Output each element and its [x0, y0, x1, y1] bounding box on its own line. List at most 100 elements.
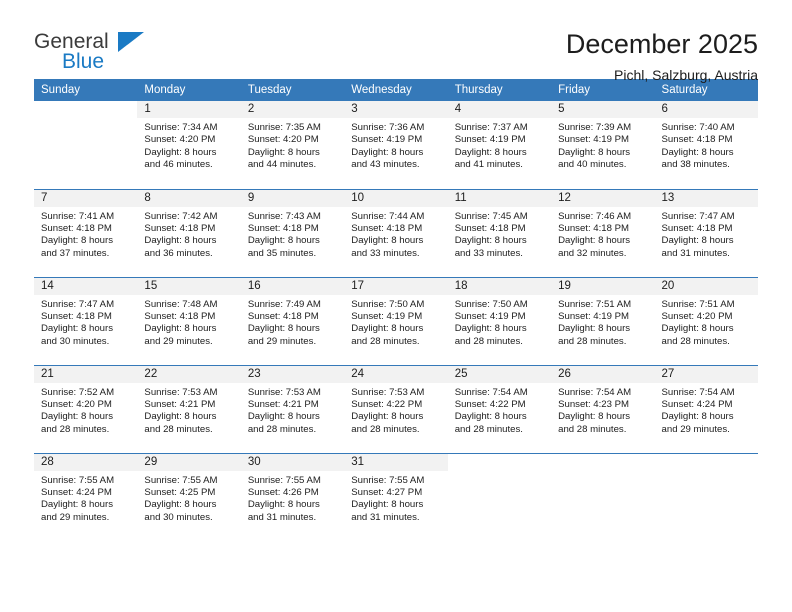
calendar-day-cell[interactable]: 27 Sunrise: 7:54 AM Sunset: 4:24 PM Dayligh…	[654, 364, 758, 453]
daylight-text-line1: Daylight: 8 hours	[661, 235, 734, 247]
day-details: Sunrise: 7:40 AM Sunset: 4:18 PM Daylight:…	[655, 118, 758, 172]
calendar-day-cell[interactable]: 25 Sunrise: 7:54 AM Sunset: 4:22 PM Dayligh…	[447, 364, 552, 453]
daylight-text-line1: Daylight: 8 hours	[247, 499, 320, 511]
calendar-day-cell[interactable]: 10 Sunrise: 7:44 AM Sunset: 4:18 PM Dayligh…	[344, 188, 448, 277]
sunset-text: Sunset: 4:18 PM	[351, 222, 423, 234]
daylight-text-line1: Daylight: 8 hours	[247, 235, 320, 247]
daylight-text-line1: Daylight: 8 hours	[661, 146, 734, 158]
day-details: Sunrise: 7:35 AM Sunset: 4:20 PM Daylight:…	[241, 118, 344, 172]
calendar-day-cell[interactable]: 15 Sunrise: 7:48 AM Sunset: 4:18 PM Dayligh…	[137, 276, 241, 365]
sunrise-text: Sunrise: 7:47 AM	[41, 298, 115, 310]
daylight-text-line1: Daylight: 8 hours	[247, 411, 320, 423]
calendar-day-cell[interactable]: 9 Sunrise: 7:43 AM Sunset: 4:18 PM Daylight…	[240, 188, 345, 277]
daylight-text-line2: and 46 minutes.	[144, 159, 213, 171]
daylight-text-line2: and 28 minutes.	[454, 335, 523, 347]
calendar-day-cell[interactable]: 2 Sunrise: 7:35 AM Sunset: 4:20 PM Daylight…	[240, 101, 345, 189]
sunrise-text: Sunrise: 7:46 AM	[558, 210, 632, 222]
calendar-day-cell[interactable]: 16 Sunrise: 7:49 AM Sunset: 4:18 PM Dayligh…	[240, 276, 345, 365]
sunrise-text: Sunrise: 7:53 AM	[144, 386, 218, 398]
calendar-day-cell[interactable]: 1 Sunrise: 7:34 AM Sunset: 4:20 PM Daylight…	[137, 101, 241, 189]
daylight-text-line2: and 37 minutes.	[41, 247, 110, 259]
calendar-day-cell[interactable]: 31 Sunrise: 7:55 AM Sunset: 4:27 PM Dayligh…	[344, 452, 448, 541]
daylight-text-line2: and 31 minutes.	[661, 247, 730, 259]
calendar-week-row: 28 Sunrise: 7:55 AM Sunset: 4:24 PM Dayligh…	[34, 452, 758, 541]
calendar-week-row: 1 Sunrise: 7:34 AM Sunset: 4:20 PM Daylight…	[34, 101, 758, 189]
calendar-day-cell[interactable]: 23 Sunrise: 7:53 AM Sunset: 4:21 PM Dayligh…	[240, 364, 345, 453]
day-number: 8	[137, 189, 241, 207]
daylight-text-line1: Daylight: 8 hours	[41, 323, 113, 335]
sunset-text: Sunset: 4:18 PM	[454, 222, 526, 234]
daylight-text-line1: Daylight: 8 hours	[144, 499, 217, 511]
sunrise-text: Sunrise: 7:40 AM	[661, 122, 735, 133]
weekday-header-wednesday: Wednesday	[344, 79, 448, 101]
day-details: Sunrise: 7:36 AM Sunset: 4:19 PM Daylight:…	[344, 118, 447, 172]
sunrise-text: Sunrise: 7:53 AM	[351, 386, 425, 398]
sunset-text: Sunset: 4:20 PM	[41, 398, 112, 410]
calendar-day-cell[interactable]: 26 Sunrise: 7:54 AM Sunset: 4:23 PM Dayligh…	[551, 364, 655, 453]
day-details: Sunrise: 7:37 AM Sunset: 4:19 PM Daylight:…	[448, 118, 551, 172]
daylight-text-line2: and 41 minutes.	[454, 159, 523, 171]
sunrise-text: Sunrise: 7:34 AM	[144, 122, 218, 133]
day-details: Sunrise: 7:44 AM Sunset: 4:18 PM Daylight:…	[344, 207, 447, 261]
calendar-day-cell[interactable]: 13 Sunrise: 7:47 AM Sunset: 4:18 PM Dayligh…	[654, 188, 758, 277]
calendar-day-cell[interactable]: 24 Sunrise: 7:53 AM Sunset: 4:22 PM Dayligh…	[344, 364, 448, 453]
day-details: Sunrise: 7:53 AM Sunset: 4:21 PM Daylight:…	[137, 383, 240, 437]
calendar-day-cell[interactable]: 21 Sunrise: 7:52 AM Sunset: 4:20 PM Dayligh…	[34, 364, 138, 453]
calendar-day-cell[interactable]: 11 Sunrise: 7:45 AM Sunset: 4:18 PM Dayligh…	[447, 188, 552, 277]
day-number: 21	[34, 365, 138, 383]
calendar-day-cell[interactable]: 19 Sunrise: 7:51 AM Sunset: 4:19 PM Dayligh…	[551, 276, 655, 365]
day-number: 17	[344, 277, 448, 295]
daylight-text-line1: Daylight: 8 hours	[144, 146, 217, 158]
sunrise-text: Sunrise: 7:55 AM	[144, 474, 218, 486]
calendar-day-cell[interactable]: 8 Sunrise: 7:42 AM Sunset: 4:18 PM Daylight…	[137, 188, 241, 277]
calendar-day-cell[interactable]: 12 Sunrise: 7:46 AM Sunset: 4:18 PM Dayligh…	[551, 188, 655, 277]
calendar-day-cell[interactable]: 20 Sunrise: 7:51 AM Sunset: 4:20 PM Dayligh…	[654, 276, 758, 365]
calendar-day-cell[interactable]: 14 Sunrise: 7:47 AM Sunset: 4:18 PM Dayligh…	[34, 276, 138, 365]
sunset-text: Sunset: 4:19 PM	[558, 134, 630, 146]
calendar-day-cell-empty	[447, 452, 552, 541]
sunrise-text: Sunrise: 7:51 AM	[661, 298, 735, 310]
day-details: Sunrise: 7:54 AM Sunset: 4:22 PM Daylight:…	[448, 383, 551, 437]
daylight-text-line2: and 28 minutes.	[41, 423, 110, 435]
daylight-text-line2: and 29 minutes.	[144, 335, 213, 347]
calendar-day-cell[interactable]: 3 Sunrise: 7:36 AM Sunset: 4:19 PM Daylight…	[344, 101, 448, 189]
calendar-day-cell[interactable]: 4 Sunrise: 7:37 AM Sunset: 4:19 PM Daylight…	[447, 101, 552, 189]
daylight-text-line1: Daylight: 8 hours	[454, 323, 527, 335]
calendar-day-cell[interactable]: 22 Sunrise: 7:53 AM Sunset: 4:21 PM Dayligh…	[137, 364, 241, 453]
calendar-day-cell[interactable]: 6 Sunrise: 7:40 AM Sunset: 4:18 PM Daylight…	[654, 101, 758, 189]
weekday-header-monday: Monday	[137, 79, 241, 101]
day-details: Sunrise: 7:51 AM Sunset: 4:20 PM Daylight:…	[655, 295, 758, 349]
sunrise-text: Sunrise: 7:36 AM	[351, 122, 425, 133]
calendar-day-cell[interactable]: 17 Sunrise: 7:50 AM Sunset: 4:19 PM Dayligh…	[344, 276, 448, 365]
day-details: Sunrise: 7:51 AM Sunset: 4:19 PM Daylight:…	[551, 295, 654, 349]
sunset-text: Sunset: 4:18 PM	[247, 222, 319, 234]
sunset-text: Sunset: 4:18 PM	[41, 310, 112, 322]
sunset-text: Sunset: 4:19 PM	[351, 134, 423, 146]
day-number: 7	[34, 189, 138, 207]
calendar-day-cell[interactable]: 28 Sunrise: 7:55 AM Sunset: 4:24 PM Dayligh…	[34, 452, 138, 541]
daylight-text-line2: and 31 minutes.	[247, 511, 317, 523]
calendar-day-cell[interactable]: 5 Sunrise: 7:39 AM Sunset: 4:19 PM Daylight…	[551, 101, 655, 189]
sunset-text: Sunset: 4:24 PM	[661, 398, 733, 410]
day-number: 6	[654, 101, 758, 118]
sunset-text: Sunset: 4:19 PM	[454, 310, 526, 322]
calendar-day-cell[interactable]: 30 Sunrise: 7:55 AM Sunset: 4:26 PM Dayligh…	[240, 452, 345, 541]
day-number: 14	[34, 277, 138, 295]
sunset-text: Sunset: 4:18 PM	[247, 310, 319, 322]
day-number: 9	[240, 189, 345, 207]
day-number: 22	[137, 365, 241, 383]
calendar-day-cell[interactable]: 29 Sunrise: 7:55 AM Sunset: 4:25 PM Dayligh…	[137, 452, 241, 541]
calendar-day-cell[interactable]: 18 Sunrise: 7:50 AM Sunset: 4:19 PM Dayligh…	[447, 276, 552, 365]
daylight-text-line1: Daylight: 8 hours	[454, 146, 527, 158]
day-number: 23	[240, 365, 345, 383]
daylight-text-line2: and 40 minutes.	[558, 159, 627, 171]
page-subtitle: Pichl, Salzburg, Austria	[614, 67, 758, 83]
day-number: 30	[240, 453, 345, 471]
calendar-day-cell[interactable]: 7 Sunrise: 7:41 AM Sunset: 4:18 PM Daylight…	[34, 188, 138, 277]
day-number	[34, 101, 138, 118]
sunrise-text: Sunrise: 7:35 AM	[247, 122, 321, 133]
sunset-text: Sunset: 4:18 PM	[558, 222, 630, 234]
logo-text-blue: Blue	[62, 50, 105, 73]
general-blue-logo[interactable]: General Blue	[34, 28, 164, 80]
day-number: 16	[240, 277, 345, 295]
